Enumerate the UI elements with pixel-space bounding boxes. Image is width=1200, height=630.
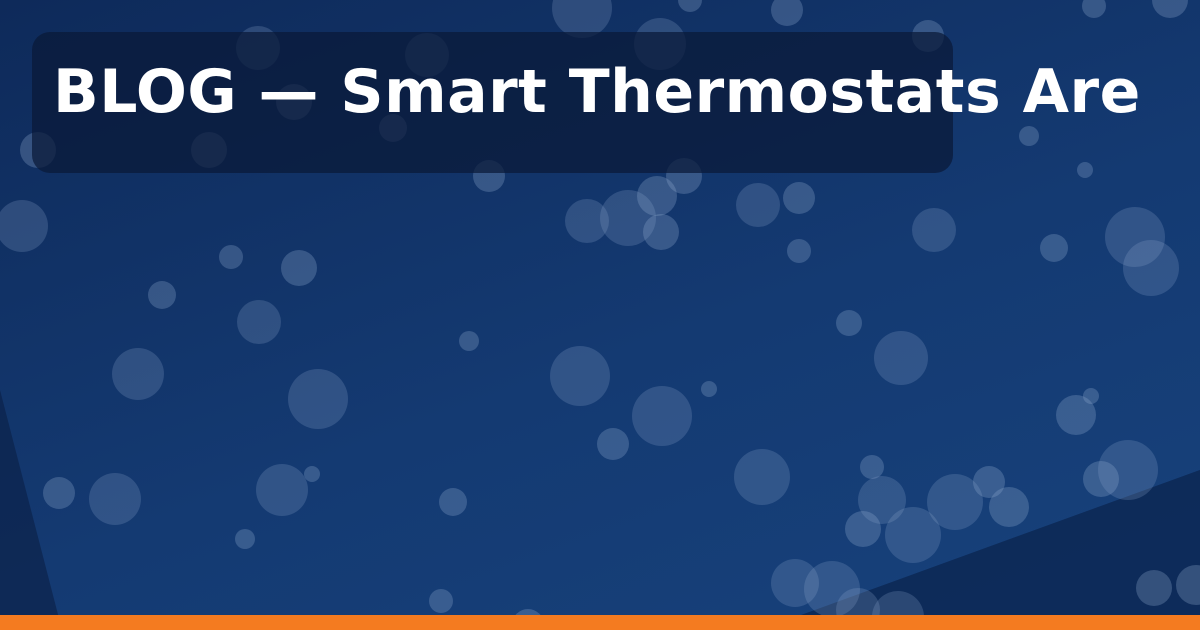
bokeh-circle [643, 214, 679, 250]
bokeh-circle [304, 466, 320, 482]
bokeh-circle [989, 487, 1029, 527]
bokeh-circle [678, 0, 702, 12]
bokeh-circle [860, 455, 884, 479]
bokeh-circle [429, 589, 453, 613]
bokeh-circle [912, 208, 956, 252]
bokeh-circle [597, 428, 629, 460]
bokeh-circle [112, 348, 164, 400]
bokeh-circle [783, 182, 815, 214]
bokeh-circle [787, 239, 811, 263]
bokeh-circle [281, 250, 317, 286]
bokeh-circle [771, 0, 803, 26]
bokeh-circle [632, 386, 692, 446]
bokeh-circle [89, 473, 141, 525]
bokeh-circle [219, 245, 243, 269]
dark-shape-left [0, 390, 62, 630]
bokeh-circle [836, 310, 862, 336]
bokeh-circle [439, 488, 467, 516]
bokeh-circle [256, 464, 308, 516]
bokeh-circle [550, 346, 610, 406]
bokeh-circle [43, 477, 75, 509]
bokeh-circle [459, 331, 479, 351]
bokeh-circle [1082, 0, 1106, 18]
bokeh-circle [874, 331, 928, 385]
bokeh-circle [1136, 570, 1172, 606]
bokeh-circle [237, 300, 281, 344]
bokeh-circle [845, 511, 881, 547]
post-title: BLOG — Smart Thermostats Are [53, 57, 1141, 127]
bokeh-circle [1083, 388, 1099, 404]
bokeh-circle [288, 369, 348, 429]
bokeh-circle [235, 529, 255, 549]
bokeh-circle [148, 281, 176, 309]
accent-bar [0, 615, 1200, 630]
og-image-card: BLOG — Smart Thermostats Are [0, 0, 1200, 630]
bokeh-circle [1019, 126, 1039, 146]
bokeh-circle [1083, 461, 1119, 497]
bokeh-circle [1040, 234, 1068, 262]
bokeh-circle [701, 381, 717, 397]
bokeh-circle [736, 183, 780, 227]
bokeh-circle [734, 449, 790, 505]
bokeh-circle [1152, 0, 1188, 18]
bokeh-circle [1077, 162, 1093, 178]
bokeh-circle [0, 200, 48, 252]
bokeh-circle [1123, 240, 1179, 296]
